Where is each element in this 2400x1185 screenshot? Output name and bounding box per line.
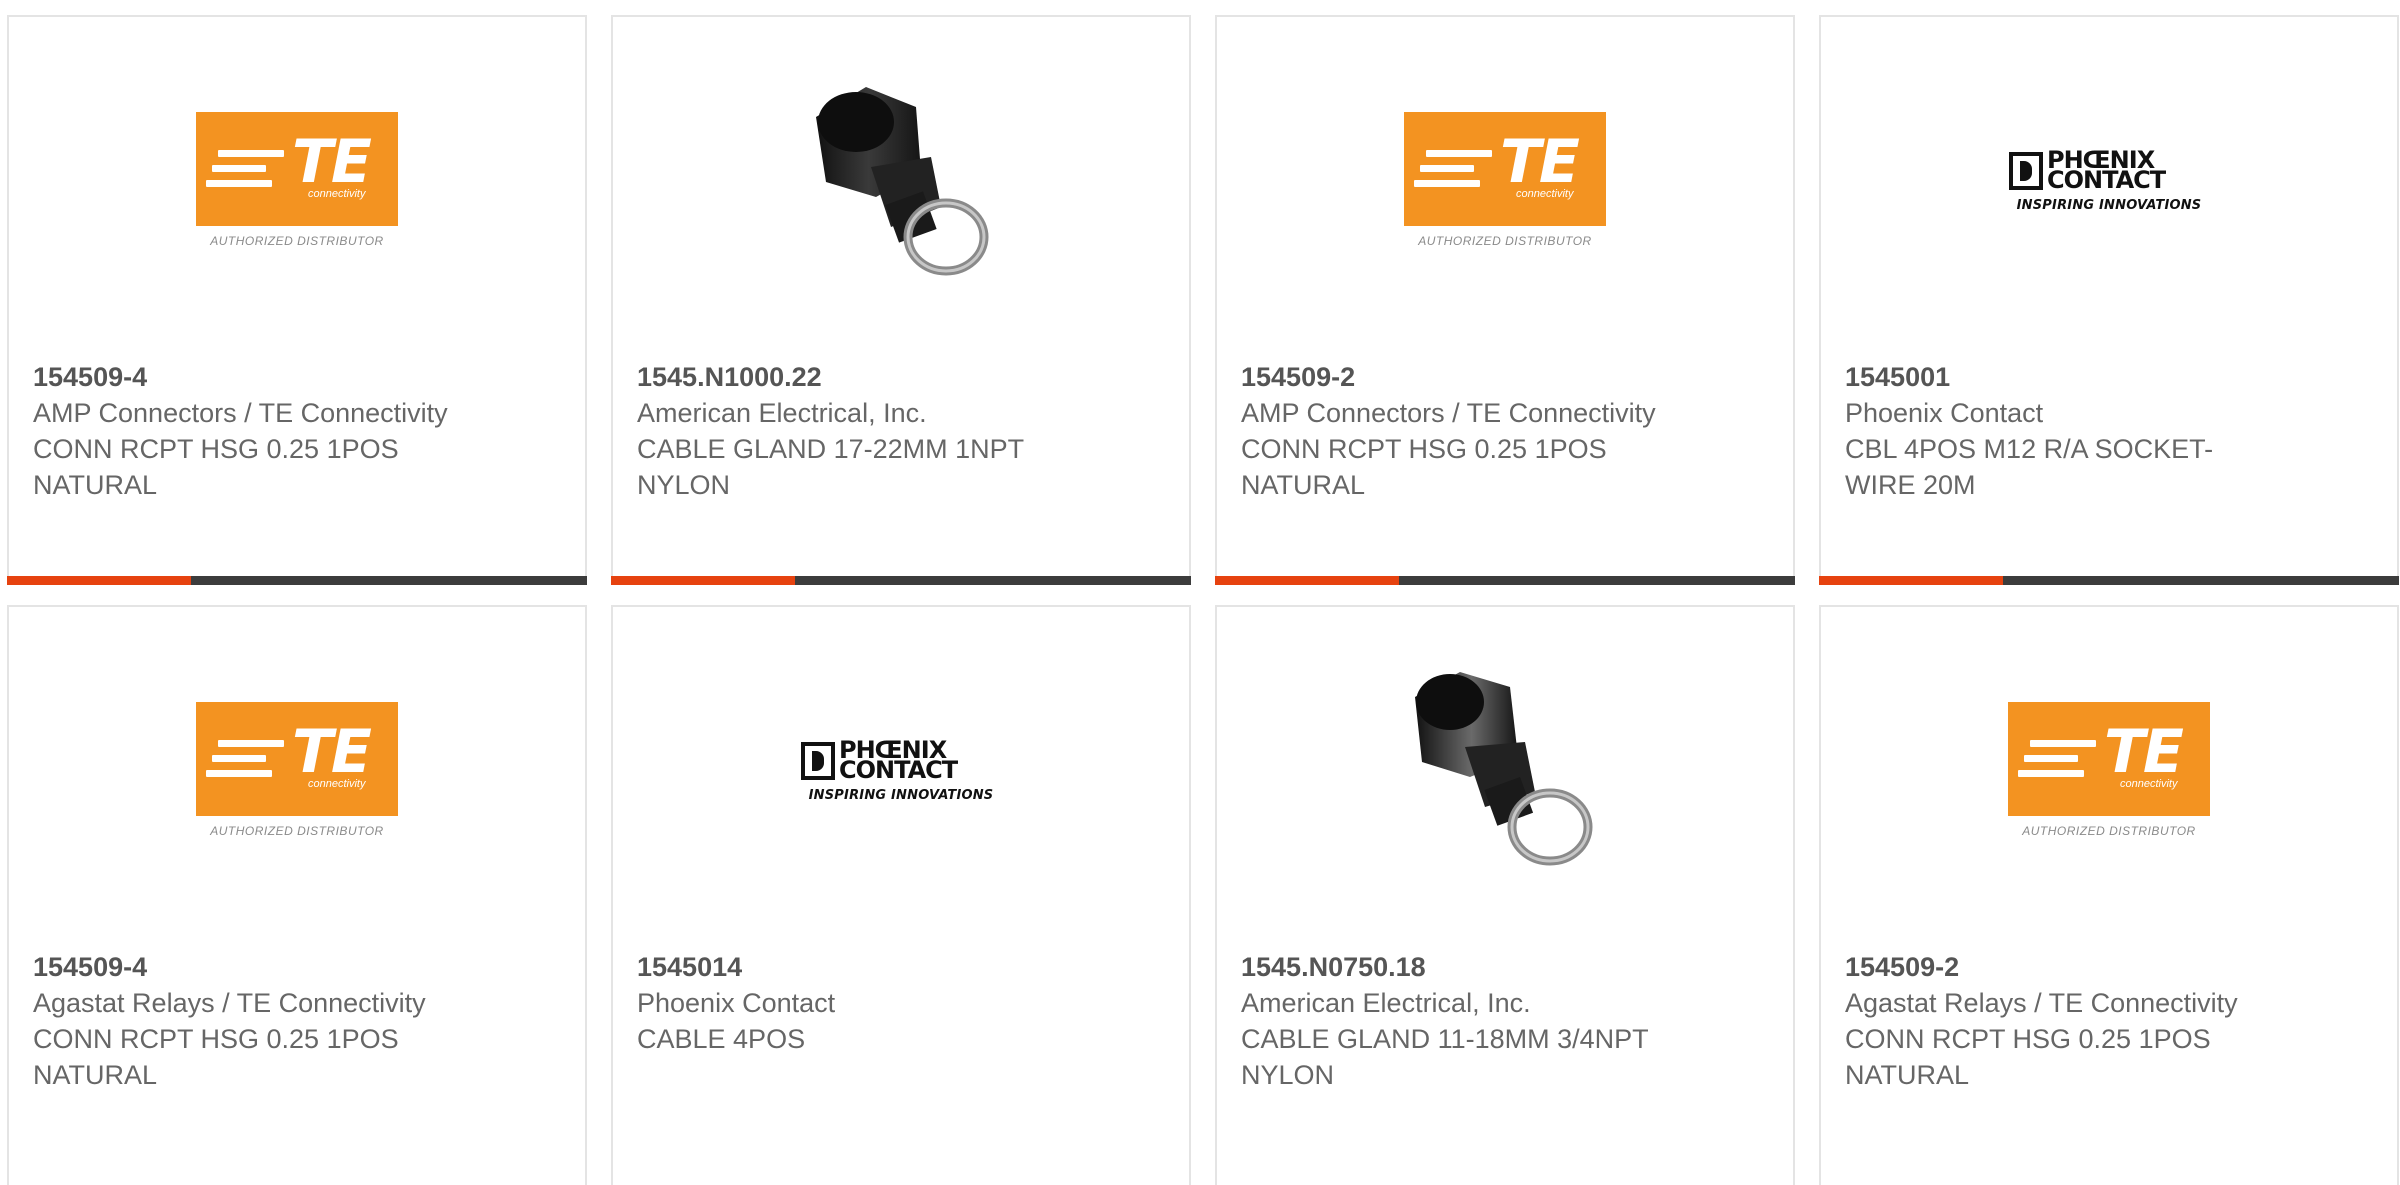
- description: CONN RCPT HSG 0.25 1POS NATURAL: [33, 1024, 399, 1090]
- product-card[interactable]: PHŒNIX CONTACT INSPIRING INNOVATIONS 154…: [1819, 15, 2399, 585]
- phoenix-contact-logo: PHŒNIX CONTACT INSPIRING INNOVATIONS: [799, 738, 1003, 804]
- product-image[interactable]: [613, 17, 1189, 347]
- manufacturer: Agastat Relays / TE Connectivity: [33, 988, 426, 1018]
- description: CONN RCPT HSG 0.25 1POS NATURAL: [33, 434, 399, 500]
- description: CABLE 4POS: [637, 1024, 806, 1054]
- manufacturer: AMP Connectors / TE Connectivity: [33, 398, 448, 428]
- product-card[interactable]: 1545.N1000.22 American Electrical, Inc. …: [611, 15, 1191, 585]
- description: CABLE GLAND 17-22MM 1NPT NYLON: [637, 434, 1024, 500]
- manufacturer: American Electrical, Inc.: [637, 398, 927, 428]
- product-card[interactable]: TE connectivity AUTHORIZED DISTRIBUTOR 1…: [7, 605, 587, 1185]
- te-connectivity-logo: TE connectivity AUTHORIZED DISTRIBUTOR: [196, 702, 398, 842]
- part-number-link[interactable]: 154509-4: [33, 949, 463, 985]
- description: CBL 4POS M12 R/A SOCKET-WIRE 20M: [1845, 434, 2214, 500]
- product-card[interactable]: PHŒNIX CONTACT INSPIRING INNOVATIONS 154…: [611, 605, 1191, 1185]
- phoenix-contact-logo: PHŒNIX CONTACT INSPIRING INNOVATIONS: [2007, 148, 2211, 214]
- cable-gland-image: [1415, 672, 1593, 866]
- product-image[interactable]: PHŒNIX CONTACT INSPIRING INNOVATIONS: [613, 607, 1189, 937]
- product-card[interactable]: 1545.N0750.18 American Electrical, Inc. …: [1215, 605, 1795, 1185]
- manufacturer: Phoenix Contact: [637, 988, 836, 1018]
- product-grid: TE connectivity AUTHORIZED DISTRIBUTOR 1…: [0, 0, 2400, 1185]
- description: CONN RCPT HSG 0.25 1POS NATURAL: [1241, 434, 1607, 500]
- product-image[interactable]: [1217, 607, 1793, 937]
- part-number-link[interactable]: 154509-4: [33, 359, 463, 395]
- card-accent-bar: [7, 576, 587, 585]
- part-number-link[interactable]: 1545.N0750.18: [1241, 949, 1671, 985]
- part-number-link[interactable]: 1545014: [637, 949, 1067, 985]
- manufacturer: Phoenix Contact: [1845, 398, 2044, 428]
- product-image[interactable]: PHŒNIX CONTACT INSPIRING INNOVATIONS: [1821, 17, 2397, 347]
- card-accent-bar: [1819, 576, 2399, 585]
- card-accent-bar: [1215, 576, 1795, 585]
- cable-gland-image: [816, 87, 989, 276]
- part-number-link[interactable]: 1545.N1000.22: [637, 359, 1067, 395]
- part-number-link[interactable]: 1545001: [1845, 359, 2275, 395]
- product-image[interactable]: TE connectivity AUTHORIZED DISTRIBUTOR: [1217, 17, 1793, 347]
- description: CABLE GLAND 11-18MM 3/4NPT NYLON: [1241, 1024, 1649, 1090]
- product-card[interactable]: TE connectivity AUTHORIZED DISTRIBUTOR 1…: [1215, 15, 1795, 585]
- te-connectivity-logo: TE connectivity AUTHORIZED DISTRIBUTOR: [1404, 112, 1606, 252]
- product-image[interactable]: TE connectivity AUTHORIZED DISTRIBUTOR: [1821, 607, 2397, 937]
- part-number-link[interactable]: 154509-2: [1241, 359, 1671, 395]
- description: CONN RCPT HSG 0.25 1POS NATURAL: [1845, 1024, 2211, 1090]
- product-image[interactable]: TE connectivity AUTHORIZED DISTRIBUTOR: [9, 607, 585, 937]
- product-image[interactable]: TE connectivity AUTHORIZED DISTRIBUTOR: [9, 17, 585, 347]
- card-accent-bar: [611, 576, 1191, 585]
- manufacturer: AMP Connectors / TE Connectivity: [1241, 398, 1656, 428]
- te-connectivity-logo: TE connectivity AUTHORIZED DISTRIBUTOR: [196, 112, 398, 252]
- product-card[interactable]: TE connectivity AUTHORIZED DISTRIBUTOR 1…: [1819, 605, 2399, 1185]
- product-card[interactable]: TE connectivity AUTHORIZED DISTRIBUTOR 1…: [7, 15, 587, 585]
- part-number-link[interactable]: 154509-2: [1845, 949, 2275, 985]
- te-connectivity-logo: TE connectivity AUTHORIZED DISTRIBUTOR: [2008, 702, 2210, 842]
- manufacturer: American Electrical, Inc.: [1241, 988, 1531, 1018]
- manufacturer: Agastat Relays / TE Connectivity: [1845, 988, 2238, 1018]
